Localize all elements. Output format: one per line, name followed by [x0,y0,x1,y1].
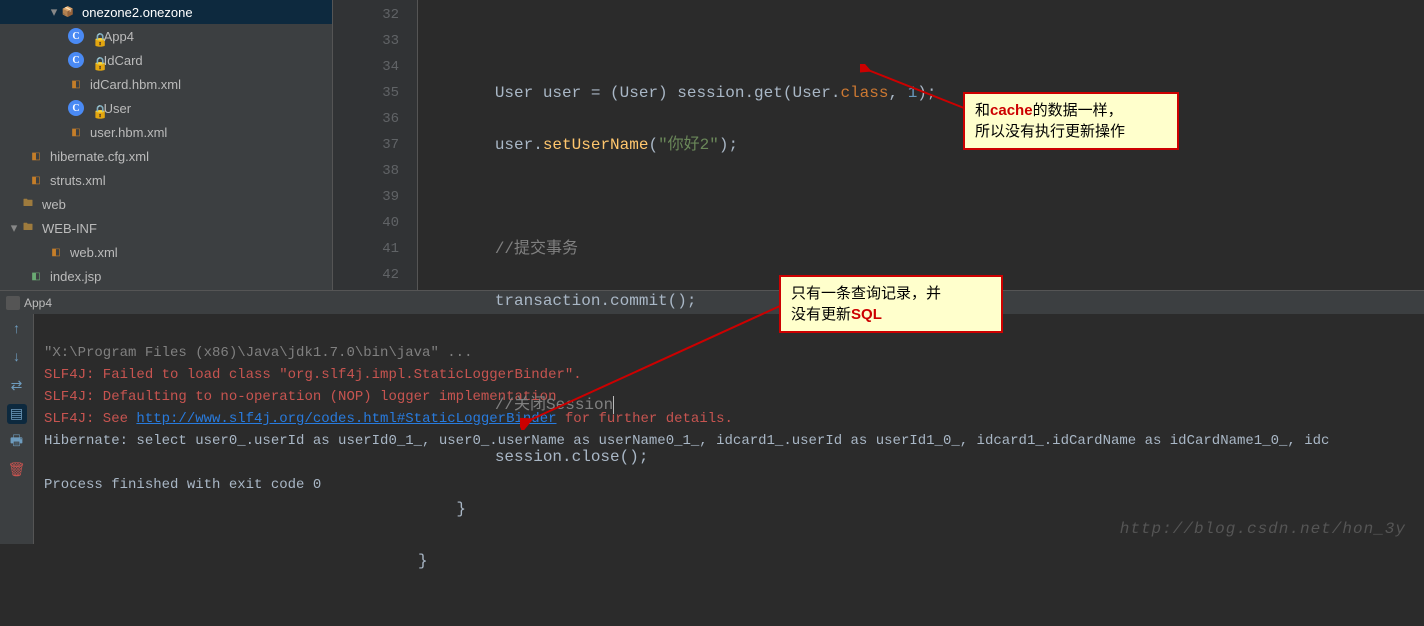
soft-wrap-button[interactable]: ⇄ [7,376,27,396]
tree-file-index[interactable]: ◧index.jsp [0,264,332,288]
print-button[interactable]: 🖶 [7,432,27,452]
tree-file-user-hbm[interactable]: ◧user.hbm.xml [0,120,332,144]
lock-icon: 🔒 [92,56,100,64]
caret [613,396,614,414]
scroll-down-button[interactable]: ↓ [7,348,27,368]
folder-icon: 🖿 [20,220,36,236]
package-icon: 📦 [60,4,76,20]
console-toolbar: ↑ ↓ ⇄ ▤ 🖶 🗑 [0,314,34,544]
xml-icon: ◧ [68,76,84,92]
tree-dir-webinf[interactable]: ▾🖿WEB-INF [0,216,332,240]
lock-icon: 🔒 [92,32,100,40]
lock-icon: 🔒 [92,104,100,112]
jsp-icon: ◧ [28,268,44,284]
line-gutter: 3233343536373839404142 [333,0,418,290]
watermark: http://blog.csdn.net/hon_3y [1120,520,1406,538]
tree-file-iml[interactable]: ◧HibernateLearning2.iml [0,288,332,290]
xml-icon: ◧ [48,244,64,260]
xml-icon: ◧ [28,148,44,164]
tree-class-app4[interactable]: C🔒 App4 [0,24,332,48]
class-icon: C [68,28,84,44]
class-icon: C [68,52,84,68]
tree-package[interactable]: ▾📦onezone2.onezone [0,0,332,24]
annotation-callout-1: 和cache的数据一样， 所以没有执行更新操作 [963,92,1179,150]
tree-class-idcard[interactable]: C🔒 IdCard [0,48,332,72]
tree-class-user[interactable]: C🔒 User [0,96,332,120]
clear-button[interactable]: 🗑 [7,460,27,480]
tree-dir-web[interactable]: 🖿web [0,192,332,216]
tree-file-webxml[interactable]: ◧web.xml [0,240,332,264]
scroll-to-end-button[interactable]: ▤ [7,404,27,424]
scroll-up-button[interactable]: ↑ [7,320,27,340]
code-editor[interactable]: User user = (User) session.get(User.clas… [418,0,1424,290]
run-tab-label[interactable]: App4 [24,296,52,310]
tree-file-struts[interactable]: ◧struts.xml [0,168,332,192]
tree-file-idcard-hbm[interactable]: ◧idCard.hbm.xml [0,72,332,96]
console-exit-line: Process finished with exit code 0 [44,477,321,493]
folder-icon: 🖿 [20,196,36,212]
console-error-line: SLF4J: See [44,411,136,427]
xml-icon: ◧ [28,172,44,188]
tree-file-hibernate-cfg[interactable]: ◧hibernate.cfg.xml [0,144,332,168]
project-tree[interactable]: ▾📦onezone2.onezone C🔒 App4 C🔒 IdCard ◧id… [0,0,333,290]
class-icon: C [68,100,84,116]
console-cmd: "X:\Program Files (x86)\Java\jdk1.7.0\bi… [44,345,472,361]
run-icon [6,296,20,310]
xml-icon: ◧ [68,124,84,140]
annotation-callout-2: 只有一条查询记录，并 没有更新SQL [779,275,1003,333]
